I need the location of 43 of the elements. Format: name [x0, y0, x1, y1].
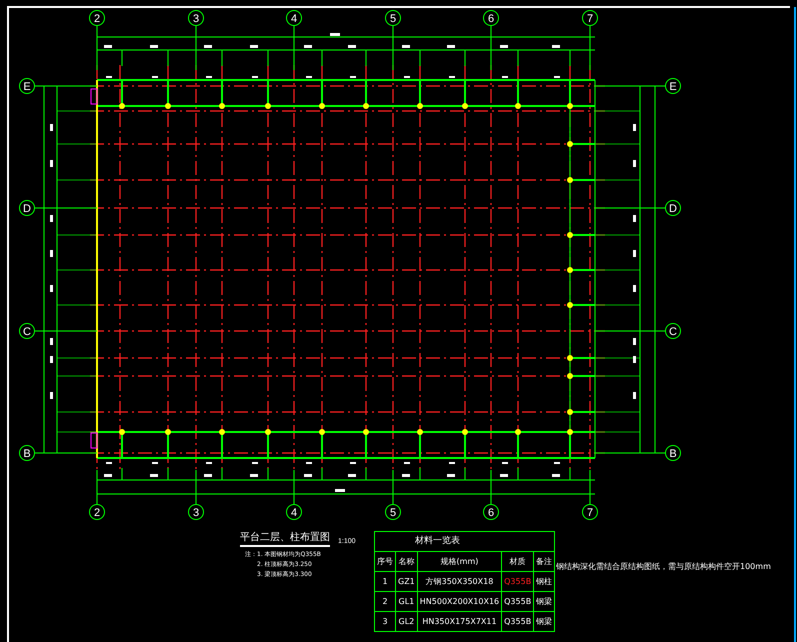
axis-bubble: B [665, 445, 681, 461]
axis-bubble: 6 [483, 504, 499, 520]
axis-bubble: 3 [188, 10, 204, 26]
note-text: 钢结构深化需结合原结构图纸，需与原结构构件空开100mm [556, 561, 771, 573]
table-cell: GZ1 [396, 572, 418, 592]
column-header: 材质 [502, 552, 534, 572]
axis-bubble: B [19, 445, 35, 461]
plan-title: 平台二层、柱布置图 [240, 530, 330, 547]
table-title: 材料一览表 [374, 532, 555, 552]
table-cell: 钢柱 [534, 572, 555, 592]
table-cell: Q355B [502, 592, 534, 612]
table-cell: 2 [374, 592, 396, 612]
table-cell: HN500X200X10X16 [417, 592, 502, 612]
axis-bubble: C [665, 323, 681, 339]
axis-bubble: 2 [89, 504, 105, 520]
table-cell: GL1 [396, 592, 418, 612]
axis-bubble: E [19, 78, 35, 94]
column-header: 备注 [534, 552, 555, 572]
table-cell: GL2 [396, 612, 418, 632]
table-cell: 3 [374, 612, 396, 632]
column-header: 序号 [374, 552, 396, 572]
axis-bubble: 4 [286, 504, 302, 520]
axis-bubble: C [19, 323, 35, 339]
table-cell: 钢梁 [534, 592, 555, 612]
table-cell: 方钢350X350X18 [417, 572, 502, 592]
table-cell: 钢梁 [534, 612, 555, 632]
table-cell: HN350X175X7X11 [417, 612, 502, 632]
table-cell: Q355B [502, 612, 534, 632]
axis-bubble: D [665, 200, 681, 216]
axis-bubble: 5 [385, 10, 401, 26]
axis-bubble: 3 [188, 504, 204, 520]
axis-bubble: D [19, 200, 35, 216]
table-cell: Q355B [502, 572, 534, 592]
axis-bubble: 7 [582, 10, 598, 26]
table-cell: 1 [374, 572, 396, 592]
axis-bubble: 4 [286, 10, 302, 26]
axis-bubble: 6 [483, 10, 499, 26]
column-header: 规格(mm) [417, 552, 502, 572]
axis-bubble: 7 [582, 504, 598, 520]
column-header: 名称 [396, 552, 418, 572]
axis-bubble: 2 [89, 10, 105, 26]
axis-bubble: E [665, 78, 681, 94]
axis-bubble: 5 [385, 504, 401, 520]
